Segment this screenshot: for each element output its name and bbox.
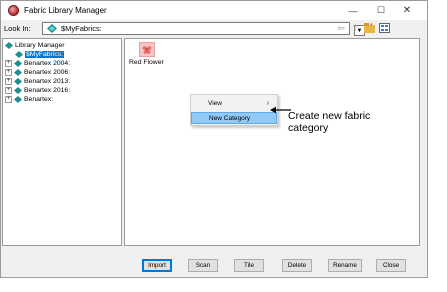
fabric-library-manager-window: Fabric Library Manager — ☐ ✕ Look In: $M… bbox=[0, 0, 428, 278]
menu-item-label: New Category bbox=[209, 114, 251, 122]
library-tree[interactable]: Library Manager $MyFabrics: + Benartex 2… bbox=[2, 38, 122, 246]
look-in-label: Look In: bbox=[4, 24, 31, 33]
tree-selected-label: $MyFabrics: bbox=[25, 51, 65, 58]
tree-item[interactable]: + Benartex: bbox=[5, 95, 53, 104]
app-icon bbox=[8, 5, 19, 16]
look-in-bar: Look In: $MyFabrics: ▼ ⇦ ⇧ * bbox=[1, 20, 427, 37]
fabric-swatch-icon[interactable] bbox=[139, 42, 155, 57]
tree-item-label: Benartex 2016: bbox=[24, 87, 71, 94]
look-in-value: $MyFabrics: bbox=[61, 24, 102, 33]
tree-item[interactable]: + Benartex 2006: bbox=[5, 68, 70, 77]
tree-item-label: Benartex: bbox=[24, 96, 54, 103]
tree-item[interactable]: + Benartex 2013: bbox=[5, 77, 70, 86]
fabric-folder-icon bbox=[14, 96, 22, 103]
tree-item[interactable]: + Benartex 2016: bbox=[5, 86, 70, 95]
rename-button[interactable]: Rename bbox=[328, 259, 362, 272]
tree-item-label: Benartex 2004: bbox=[24, 60, 71, 67]
fabric-folder-icon bbox=[15, 51, 23, 58]
button-bar: Import Scan Tile Delete Rename Close bbox=[1, 251, 427, 279]
close-button[interactable]: Close bbox=[376, 259, 406, 272]
minimize-icon: — bbox=[348, 5, 358, 16]
menu-item-label: View bbox=[208, 99, 222, 107]
fabric-content-pane[interactable]: Red Flower bbox=[124, 38, 420, 246]
view-menu-icon[interactable] bbox=[378, 22, 390, 34]
minimize-button[interactable]: — bbox=[342, 1, 364, 20]
tree-item-label: Benartex 2013: bbox=[24, 78, 71, 85]
fabric-folder-icon bbox=[14, 60, 22, 67]
fabric-folder-icon bbox=[47, 24, 57, 33]
fabric-item-label[interactable]: Red Flower bbox=[129, 59, 164, 66]
back-arrow-icon[interactable]: ⇦ bbox=[335, 22, 347, 34]
title-bar: Fabric Library Manager — ☐ ✕ bbox=[1, 1, 427, 20]
expand-icon[interactable]: + bbox=[5, 96, 12, 103]
scan-button[interactable]: Scan bbox=[188, 259, 218, 272]
tree-root-label: Library Manager bbox=[15, 42, 65, 49]
delete-button[interactable]: Delete bbox=[282, 259, 312, 272]
expand-icon[interactable]: + bbox=[5, 87, 12, 94]
maximize-icon: ☐ bbox=[376, 5, 386, 15]
tree-item-label: Benartex 2006: bbox=[24, 69, 71, 76]
annotation-callout: Create new fabric category bbox=[288, 110, 370, 134]
annotation-line-2: category bbox=[288, 122, 329, 134]
tile-button[interactable]: Tile bbox=[234, 259, 264, 272]
maximize-button[interactable]: ☐ bbox=[370, 1, 392, 20]
menu-item-new-category[interactable]: New Category bbox=[191, 112, 277, 124]
annotation-line-1: Create new fabric bbox=[288, 110, 371, 122]
fabric-folder-icon bbox=[14, 87, 22, 94]
expand-icon[interactable]: + bbox=[5, 69, 12, 76]
menu-item-view[interactable]: View › bbox=[191, 97, 277, 109]
expand-icon[interactable]: + bbox=[5, 60, 12, 67]
fabric-folder-icon bbox=[14, 78, 22, 85]
context-menu: View › New Category bbox=[190, 94, 278, 126]
import-button[interactable]: Import bbox=[142, 259, 172, 272]
look-in-dropdown[interactable]: $MyFabrics: ▼ bbox=[42, 22, 365, 36]
library-folder-icon bbox=[5, 42, 13, 49]
up-folder-icon[interactable]: ⇧ bbox=[349, 22, 361, 34]
close-window-button[interactable]: ✕ bbox=[396, 1, 418, 20]
tree-item-root[interactable]: Library Manager bbox=[5, 41, 65, 50]
fabric-folder-icon bbox=[14, 69, 22, 76]
tree-item[interactable]: + Benartex 2004: bbox=[5, 59, 70, 68]
chevron-right-icon: › bbox=[266, 99, 269, 107]
window-title: Fabric Library Manager bbox=[24, 6, 107, 15]
expand-icon[interactable]: + bbox=[5, 78, 12, 85]
new-folder-icon[interactable]: * bbox=[363, 22, 375, 34]
close-icon: ✕ bbox=[402, 5, 412, 16]
tree-item-selected[interactable]: $MyFabrics: bbox=[15, 50, 65, 59]
